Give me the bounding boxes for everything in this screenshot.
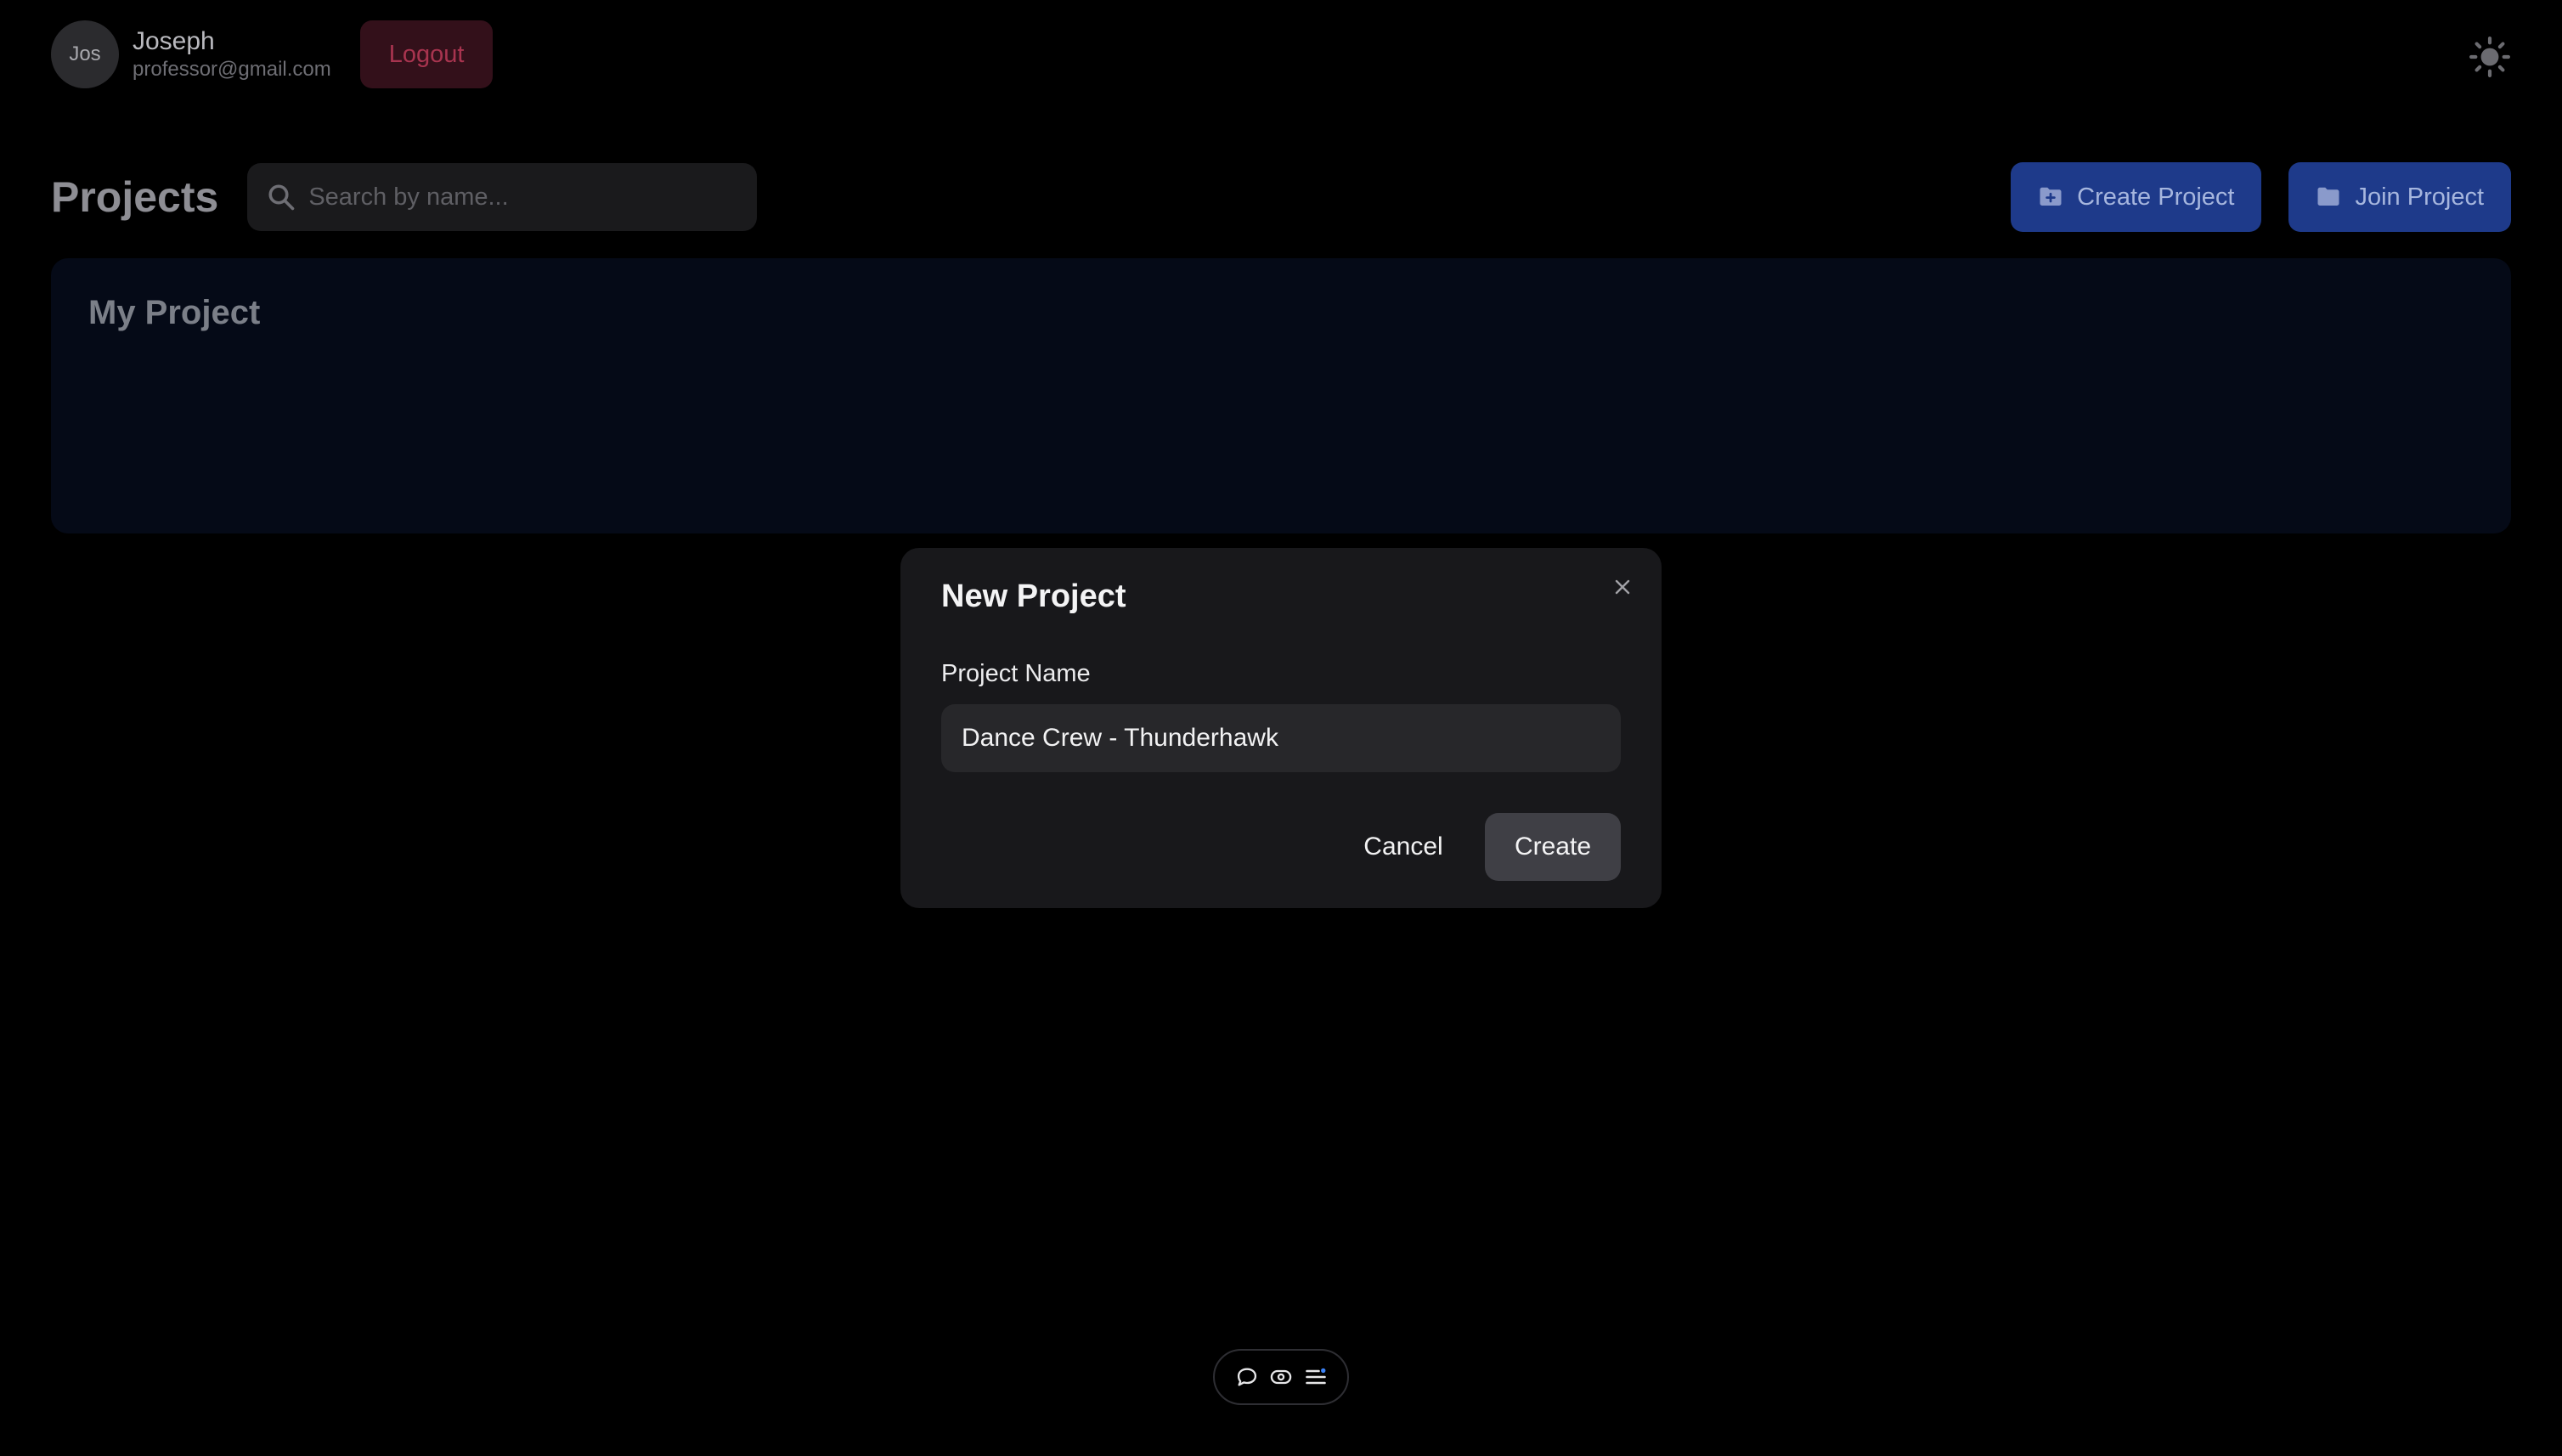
my-project-section: My Project (51, 258, 2511, 533)
folder-icon (2317, 187, 2339, 206)
join-project-label: Join Project (2355, 183, 2484, 211)
list-button[interactable] (1303, 1364, 1329, 1390)
project-name-label: Project Name (941, 660, 1091, 687)
list-icon (1305, 1368, 1326, 1385)
visibility-button[interactable] (1268, 1364, 1294, 1390)
sun-icon (2469, 37, 2510, 77)
app-page: Jos Joseph professor@gmail.com Logout Pr… (0, 0, 2562, 1456)
toolbar-actions: Create Project Join Project (2011, 162, 2511, 232)
theme-toggle-button[interactable] (2469, 36, 2511, 78)
search-box[interactable] (247, 163, 758, 231)
eye-icon (1270, 1369, 1292, 1385)
page-title: Projects (51, 173, 219, 221)
close-icon (1615, 579, 1630, 595)
logout-button[interactable]: Logout (359, 20, 494, 88)
projects-toolbar: Projects Create Project Join Project (51, 162, 2511, 232)
join-project-button[interactable]: Join Project (2288, 162, 2511, 232)
search-input[interactable] (308, 172, 758, 223)
comment-button[interactable] (1234, 1364, 1260, 1390)
project-name-input[interactable] (941, 704, 1621, 772)
search-icon (268, 184, 295, 211)
dialog-title: New Project (941, 578, 1126, 614)
user-email: professor@gmail.com (133, 58, 331, 81)
user-header: Jos Joseph professor@gmail.com Logout (51, 20, 494, 89)
avatar[interactable]: Jos (51, 20, 119, 88)
comment-icon (1237, 1368, 1256, 1386)
section-title: My Project (88, 294, 261, 331)
close-dialog-button[interactable] (1604, 568, 1641, 606)
create-project-button[interactable]: Create Project (2011, 162, 2262, 232)
cancel-button[interactable]: Cancel (1342, 813, 1464, 881)
floating-toolbar (1213, 1349, 1349, 1405)
user-name: Joseph (133, 27, 215, 55)
new-project-dialog: New Project Project Name Cancel Create (900, 548, 1662, 908)
user-info: Joseph professor@gmail.com (133, 26, 331, 82)
create-project-label: Create Project (2077, 183, 2235, 211)
create-button[interactable]: Create (1485, 813, 1621, 881)
folder-plus-icon (2040, 187, 2062, 206)
